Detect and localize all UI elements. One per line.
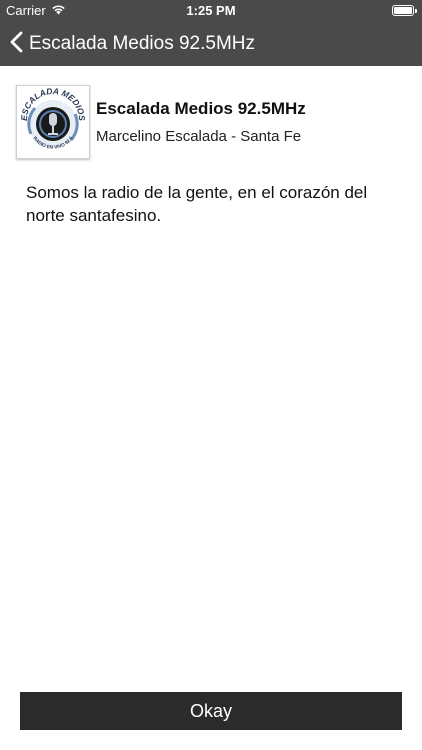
battery-fill xyxy=(394,7,412,14)
station-location: Marcelino Escalada - Santa Fe xyxy=(96,128,302,145)
station-header: ESCALADA MEDIOS RADIO EN VIVO 92.5 Escal… xyxy=(16,85,406,159)
battery-icon xyxy=(392,5,417,16)
status-bar: Carrier 1:25 PM xyxy=(0,0,422,22)
status-time: 1:25 PM xyxy=(186,3,236,18)
station-logo: ESCALADA MEDIOS RADIO EN VIVO 92.5 xyxy=(16,85,90,159)
okay-button[interactable]: Okay xyxy=(20,692,402,730)
back-button[interactable]: Escalada Medios 92.5MHz xyxy=(10,22,255,66)
station-description: Somos la radio de la gente, en el corazó… xyxy=(26,183,368,225)
navigation-bar: Escalada Medios 92.5MHz xyxy=(0,22,422,66)
nav-title: Escalada Medios 92.5MHz xyxy=(29,33,255,54)
chevron-left-icon xyxy=(10,31,23,58)
station-name: Escalada Medios 92.5MHz xyxy=(96,99,306,118)
